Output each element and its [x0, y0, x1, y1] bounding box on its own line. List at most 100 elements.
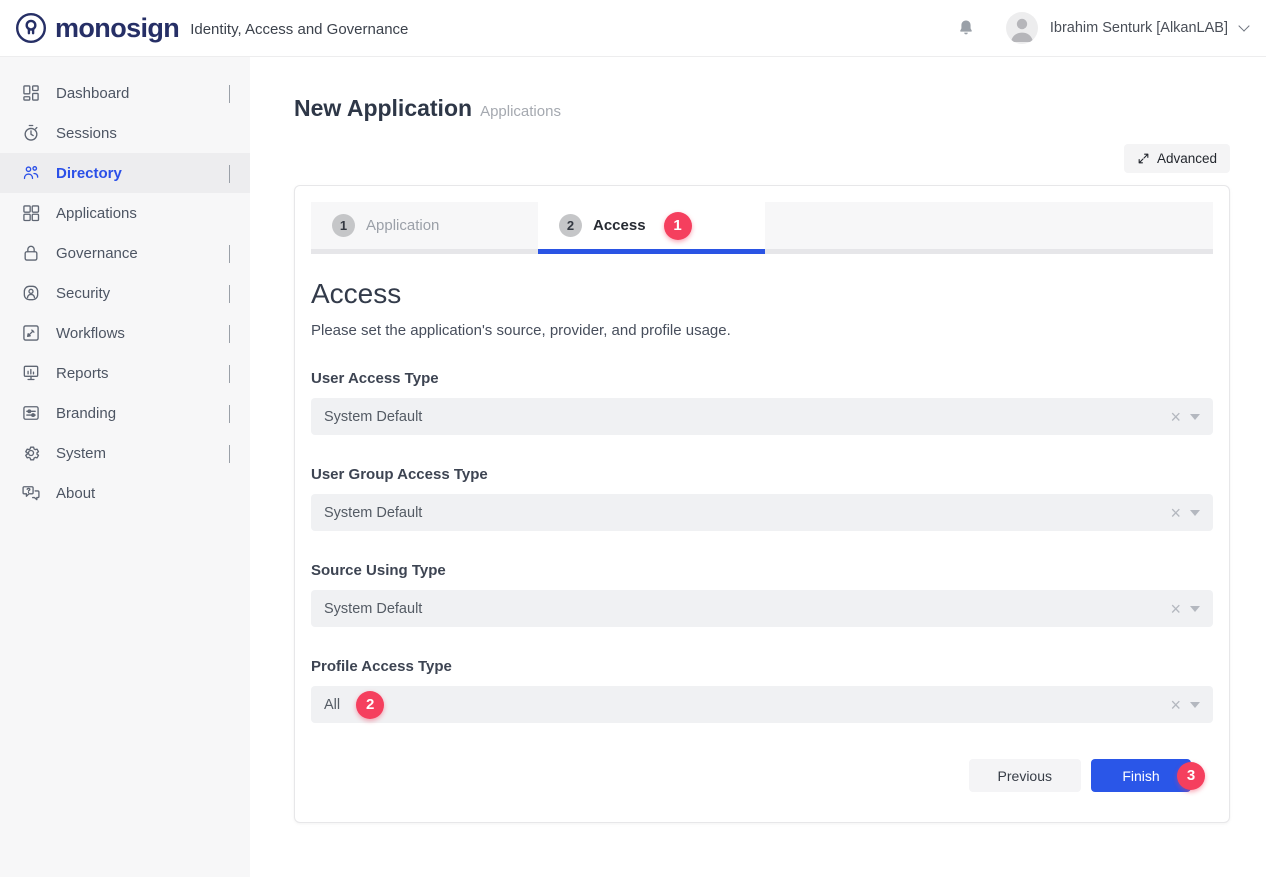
field-user-access-type: User Access Type System Default ×	[311, 370, 1213, 435]
sidebar-item-dashboard[interactable]: Dashboard	[0, 73, 250, 113]
chevron-down-icon	[229, 165, 230, 182]
source-using-type-select[interactable]: System Default ×	[311, 590, 1213, 627]
sidebar-item-system[interactable]: System	[0, 433, 250, 473]
sidebar-item-governance[interactable]: Governance	[0, 233, 250, 273]
caret-down-icon	[1190, 414, 1200, 420]
sidebar-item-label: Governance	[56, 245, 138, 262]
wizard-actions: Previous Finish 3	[311, 759, 1213, 792]
sidebar-item-branding[interactable]: Branding	[0, 393, 250, 433]
sidebar-item-label: Directory	[56, 165, 122, 182]
field-label: Profile Access Type	[311, 658, 1213, 675]
clear-icon[interactable]: ×	[1170, 696, 1181, 714]
step-number: 2	[559, 214, 582, 237]
sidebar-item-label: Dashboard	[56, 85, 129, 102]
logo-icon	[14, 11, 48, 45]
wizard-card: 1 Application 2 Access 1 Access Please s…	[294, 185, 1230, 823]
sidebar-item-label: System	[56, 445, 106, 462]
sessions-icon	[20, 122, 42, 144]
advanced-button[interactable]: Advanced	[1124, 144, 1230, 173]
chevron-down-icon	[229, 405, 230, 422]
expand-icon	[1137, 152, 1150, 165]
user-access-type-select[interactable]: System Default ×	[311, 398, 1213, 435]
reports-icon	[20, 362, 42, 384]
tab-label: Application	[366, 217, 439, 234]
page-title: New Application	[294, 95, 472, 122]
select-value: All	[324, 697, 340, 713]
clear-icon[interactable]: ×	[1170, 504, 1181, 522]
annotation-badge-2: 2	[356, 691, 384, 719]
sidebar-nav: Dashboard Sessions Directory	[0, 57, 250, 877]
bell-icon[interactable]	[956, 18, 976, 38]
caret-down-icon	[1190, 510, 1200, 516]
branding-icon	[20, 402, 42, 424]
sidebar-item-label: Branding	[56, 405, 116, 422]
sidebar-item-applications[interactable]: Applications	[0, 193, 250, 233]
active-tab-underline	[538, 249, 765, 254]
chevron-down-icon	[229, 285, 230, 302]
user-menu[interactable]: Ibrahim Senturk [AlkanLAB]	[1006, 12, 1248, 44]
workflows-icon	[20, 322, 42, 344]
app-window: monosign Identity, Access and Governance…	[0, 0, 1266, 877]
sidebar-item-label: Reports	[56, 365, 109, 382]
field-profile-access-type: Profile Access Type All 2 ×	[311, 658, 1213, 723]
main-content: New Application Applications Advanced 1 …	[250, 57, 1266, 877]
annotation-badge-3: 3	[1177, 762, 1205, 790]
header-right: Ibrahim Senturk [AlkanLAB]	[956, 12, 1248, 44]
chevron-down-icon	[1238, 20, 1249, 31]
brand-tagline: Identity, Access and Governance	[190, 21, 408, 38]
sidebar-item-label: Workflows	[56, 325, 125, 342]
user-name: Ibrahim Senturk [AlkanLAB]	[1050, 20, 1228, 36]
user-group-access-type-select[interactable]: System Default ×	[311, 494, 1213, 531]
caret-down-icon	[1190, 606, 1200, 612]
chevron-down-icon	[229, 365, 230, 382]
sidebar-item-directory[interactable]: Directory	[0, 153, 250, 193]
field-source-using-type: Source Using Type System Default ×	[311, 562, 1213, 627]
field-label: Source Using Type	[311, 562, 1213, 579]
chevron-down-icon	[229, 245, 230, 262]
sidebar-item-security[interactable]: Security	[0, 273, 250, 313]
sidebar-item-about[interactable]: About	[0, 473, 250, 513]
page-header: New Application Applications	[294, 57, 1230, 122]
tab-application[interactable]: 1 Application	[311, 202, 538, 249]
sidebar-item-label: Sessions	[56, 125, 117, 142]
wizard-steps: 1 Application 2 Access 1	[311, 202, 1213, 249]
applications-icon	[20, 202, 42, 224]
tab-underline-strip	[311, 249, 1213, 254]
sidebar-item-label: Security	[56, 285, 110, 302]
about-icon	[20, 482, 42, 504]
sidebar-item-label: About	[56, 485, 95, 502]
tab-access[interactable]: 2 Access 1	[538, 202, 765, 249]
brand-name: monosign	[55, 13, 179, 44]
select-value: System Default	[324, 505, 422, 521]
avatar	[1006, 12, 1038, 44]
governance-icon	[20, 242, 42, 264]
section-description: Please set the application's source, pro…	[311, 322, 1213, 339]
security-icon	[20, 282, 42, 304]
field-label: User Group Access Type	[311, 466, 1213, 483]
profile-access-type-select[interactable]: All 2 ×	[311, 686, 1213, 723]
clear-icon[interactable]: ×	[1170, 408, 1181, 426]
breadcrumb: Applications	[480, 103, 561, 120]
sidebar-item-sessions[interactable]: Sessions	[0, 113, 250, 153]
sidebar-item-reports[interactable]: Reports	[0, 353, 250, 393]
top-header: monosign Identity, Access and Governance…	[0, 0, 1266, 57]
chevron-down-icon	[229, 85, 230, 102]
annotation-badge-1: 1	[664, 212, 692, 240]
previous-button[interactable]: Previous	[969, 759, 1081, 792]
step-number: 1	[332, 214, 355, 237]
system-icon	[20, 442, 42, 464]
select-value: System Default	[324, 409, 422, 425]
chevron-down-icon	[229, 445, 230, 462]
advanced-button-label: Advanced	[1157, 151, 1217, 166]
directory-icon	[20, 162, 42, 184]
brand-logo[interactable]: monosign	[14, 11, 179, 45]
field-user-group-access-type: User Group Access Type System Default ×	[311, 466, 1213, 531]
tabs-spacer	[765, 202, 1213, 249]
finish-button[interactable]: Finish	[1091, 759, 1191, 792]
tab-label: Access	[593, 217, 646, 234]
sidebar-item-workflows[interactable]: Workflows	[0, 313, 250, 353]
toolbar: Advanced	[294, 144, 1230, 173]
section-heading: Access	[311, 278, 1213, 310]
clear-icon[interactable]: ×	[1170, 600, 1181, 618]
select-value: System Default	[324, 601, 422, 617]
